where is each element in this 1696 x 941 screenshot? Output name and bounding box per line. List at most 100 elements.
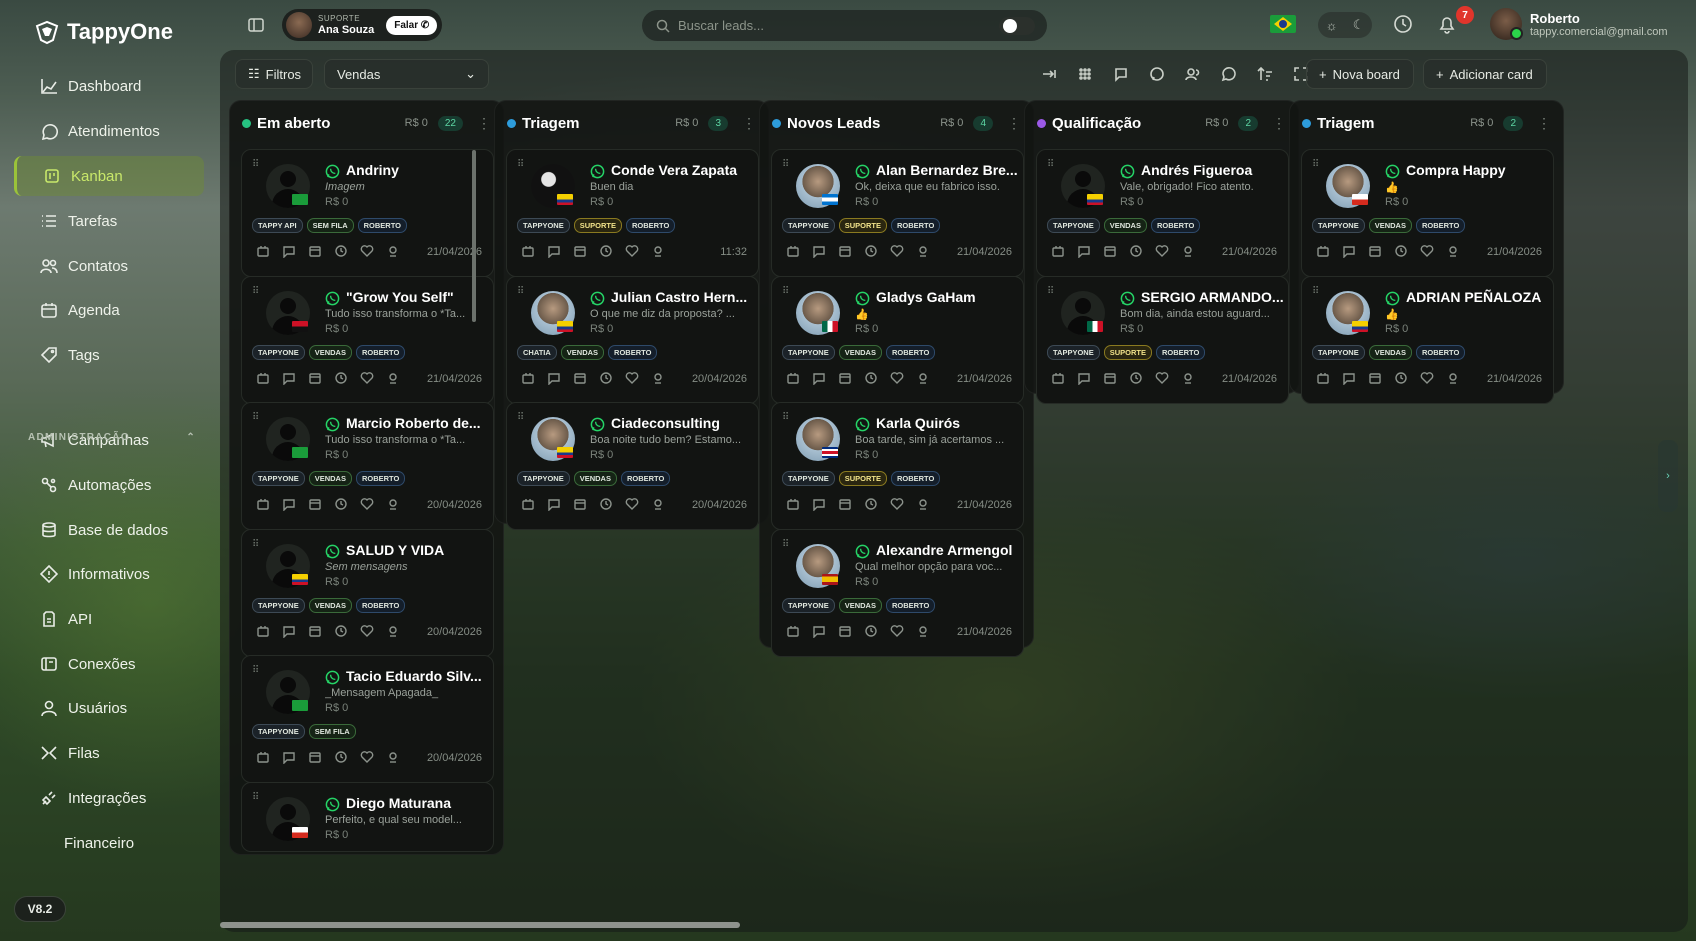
task-icon[interactable] [256, 624, 270, 638]
drag-handle-icon[interactable]: ⠿ [252, 160, 260, 170]
favorite-icon[interactable] [890, 624, 904, 638]
column-header[interactable]: Triagem R$ 0 3 ⋮ [495, 101, 768, 145]
drag-handle-icon[interactable]: ⠿ [252, 413, 260, 423]
lead-card[interactable]: ⠿ Alexandre Armengol Qual melhor opção par… [771, 528, 1024, 657]
sidebar-item-filas[interactable]: Filas [14, 733, 204, 773]
drag-handle-icon[interactable]: ⠿ [252, 539, 260, 549]
note-icon[interactable] [812, 497, 826, 511]
favorite-icon[interactable] [1155, 371, 1169, 385]
drag-handle-icon[interactable]: ⠿ [1047, 286, 1055, 296]
schedule-icon[interactable] [599, 497, 613, 511]
theme-switcher[interactable]: ☼ ☾ [1318, 12, 1372, 38]
new-board-button[interactable]: + Nova board [1306, 59, 1414, 89]
sidebar-toggle-icon[interactable] [247, 16, 265, 34]
column-header[interactable]: Novos Leads R$ 0 4 ⋮ [760, 101, 1033, 145]
task-icon[interactable] [1051, 244, 1065, 258]
favorite-icon[interactable] [890, 371, 904, 385]
calendar-icon[interactable] [1368, 244, 1382, 258]
task-icon[interactable] [1316, 371, 1330, 385]
favorite-icon[interactable] [625, 244, 639, 258]
sidebar-item-automações[interactable]: Automações [14, 465, 204, 505]
sidebar-item-agenda[interactable]: Agenda [14, 290, 204, 330]
comment-icon[interactable] [1211, 59, 1247, 89]
favorite-icon[interactable] [625, 497, 639, 511]
favorite-icon[interactable] [1155, 244, 1169, 258]
schedule-icon[interactable] [864, 624, 878, 638]
sidebar-item-dashboard[interactable]: Dashboard [14, 66, 204, 106]
schedule-icon[interactable] [334, 244, 348, 258]
task-icon[interactable] [1316, 244, 1330, 258]
assign-icon[interactable] [386, 244, 400, 258]
add-card-button[interactable]: + Adicionar card [1423, 59, 1547, 89]
schedule-icon[interactable] [864, 497, 878, 511]
board-select[interactable]: Vendas ⌄ [324, 59, 489, 89]
sidebar-item-base-de-dados[interactable]: Base de dados [14, 510, 204, 550]
support-agent-chip[interactable]: SUPORTE Ana Souza Falar ✆ [282, 9, 442, 41]
note-icon[interactable] [812, 624, 826, 638]
task-icon[interactable] [1051, 371, 1065, 385]
calendar-icon[interactable] [308, 624, 322, 638]
drag-handle-icon[interactable]: ⠿ [1312, 160, 1320, 170]
note-icon[interactable] [1342, 244, 1356, 258]
note-icon[interactable] [812, 371, 826, 385]
task-icon[interactable] [521, 371, 535, 385]
column-menu-icon[interactable]: ⋮ [1537, 115, 1551, 132]
assign-icon[interactable] [651, 244, 665, 258]
assign-icon[interactable] [1181, 371, 1195, 385]
moon-icon[interactable]: ☾ [1353, 17, 1365, 33]
filters-button[interactable]: ☷ Filtros [235, 59, 313, 89]
board-horizontal-scrollbar[interactable] [220, 922, 740, 928]
chat-filter-icon[interactable] [1103, 59, 1139, 89]
talk-button[interactable]: Falar ✆ [386, 15, 438, 35]
schedule-icon[interactable] [1129, 371, 1143, 385]
task-icon[interactable] [786, 244, 800, 258]
calendar-icon[interactable] [1103, 244, 1117, 258]
lead-card[interactable]: ⠿ Gladys GaHam 👍 R$ 0 TAPPYONE VENDAS ROBERTO 2… [771, 275, 1024, 404]
task-icon[interactable] [786, 624, 800, 638]
drag-handle-icon[interactable]: ⠿ [1047, 160, 1055, 170]
favorite-icon[interactable] [890, 497, 904, 511]
assign-icon[interactable] [1181, 244, 1195, 258]
lead-card[interactable]: ⠿ Alan Bernardez Bre... Ok, deixa que eu f… [771, 149, 1024, 277]
column-menu-icon[interactable]: ⋮ [1272, 115, 1286, 132]
note-icon[interactable] [282, 624, 296, 638]
clock-history-icon[interactable] [1392, 13, 1416, 37]
schedule-icon[interactable] [599, 371, 613, 385]
sidebar-item-kanban[interactable]: Kanban [14, 156, 204, 196]
lead-card[interactable]: ⠿ Conde Vera Zapata Buen dia R$ 0 TAPPYONE SU… [506, 149, 759, 277]
calendar-icon[interactable] [838, 497, 852, 511]
calendar-icon[interactable] [838, 371, 852, 385]
calendar-icon[interactable] [308, 750, 322, 764]
schedule-icon[interactable] [1394, 244, 1408, 258]
sidebar-item-tarefas[interactable]: Tarefas [14, 201, 204, 241]
assign-icon[interactable] [386, 624, 400, 638]
schedule-icon[interactable] [599, 244, 613, 258]
calendar-icon[interactable] [573, 371, 587, 385]
lead-card[interactable]: ⠿ SERGIO ARMANDO... Bom dia, ainda estou a… [1036, 275, 1289, 404]
lead-card[interactable]: ⠿ "Grow You Self" Tudo isso transforma o *… [241, 275, 494, 404]
schedule-icon[interactable] [334, 371, 348, 385]
calendar-icon[interactable] [1368, 371, 1382, 385]
assign-icon[interactable] [386, 497, 400, 511]
note-icon[interactable] [1077, 371, 1091, 385]
drag-handle-icon[interactable]: ⠿ [517, 160, 525, 170]
sidebar-item-api[interactable]: API [14, 599, 204, 639]
sort-icon[interactable] [1247, 59, 1283, 89]
column-header[interactable]: Qualificação R$ 0 2 ⋮ [1025, 101, 1298, 145]
sidebar-item-usuários[interactable]: Usuários [14, 688, 204, 728]
schedule-icon[interactable] [864, 371, 878, 385]
favorite-icon[interactable] [360, 624, 374, 638]
calendar-icon[interactable] [308, 244, 322, 258]
assign-icon[interactable] [916, 371, 930, 385]
drag-handle-icon[interactable]: ⠿ [252, 792, 260, 802]
schedule-icon[interactable] [1394, 371, 1408, 385]
sidebar-item-atendimentos[interactable]: Atendimentos [14, 111, 204, 151]
lead-card[interactable]: ⠿ Diego Maturana Perfeito, e qual seu mode… [241, 781, 494, 852]
drag-handle-icon[interactable]: ⠿ [252, 286, 260, 296]
search-input[interactable]: Buscar leads... [678, 18, 764, 33]
move-icon[interactable] [1031, 59, 1067, 89]
column-menu-icon[interactable]: ⋮ [1007, 115, 1021, 132]
search-toggle-switch[interactable] [999, 17, 1035, 35]
task-icon[interactable] [256, 371, 270, 385]
calendar-icon[interactable] [838, 244, 852, 258]
